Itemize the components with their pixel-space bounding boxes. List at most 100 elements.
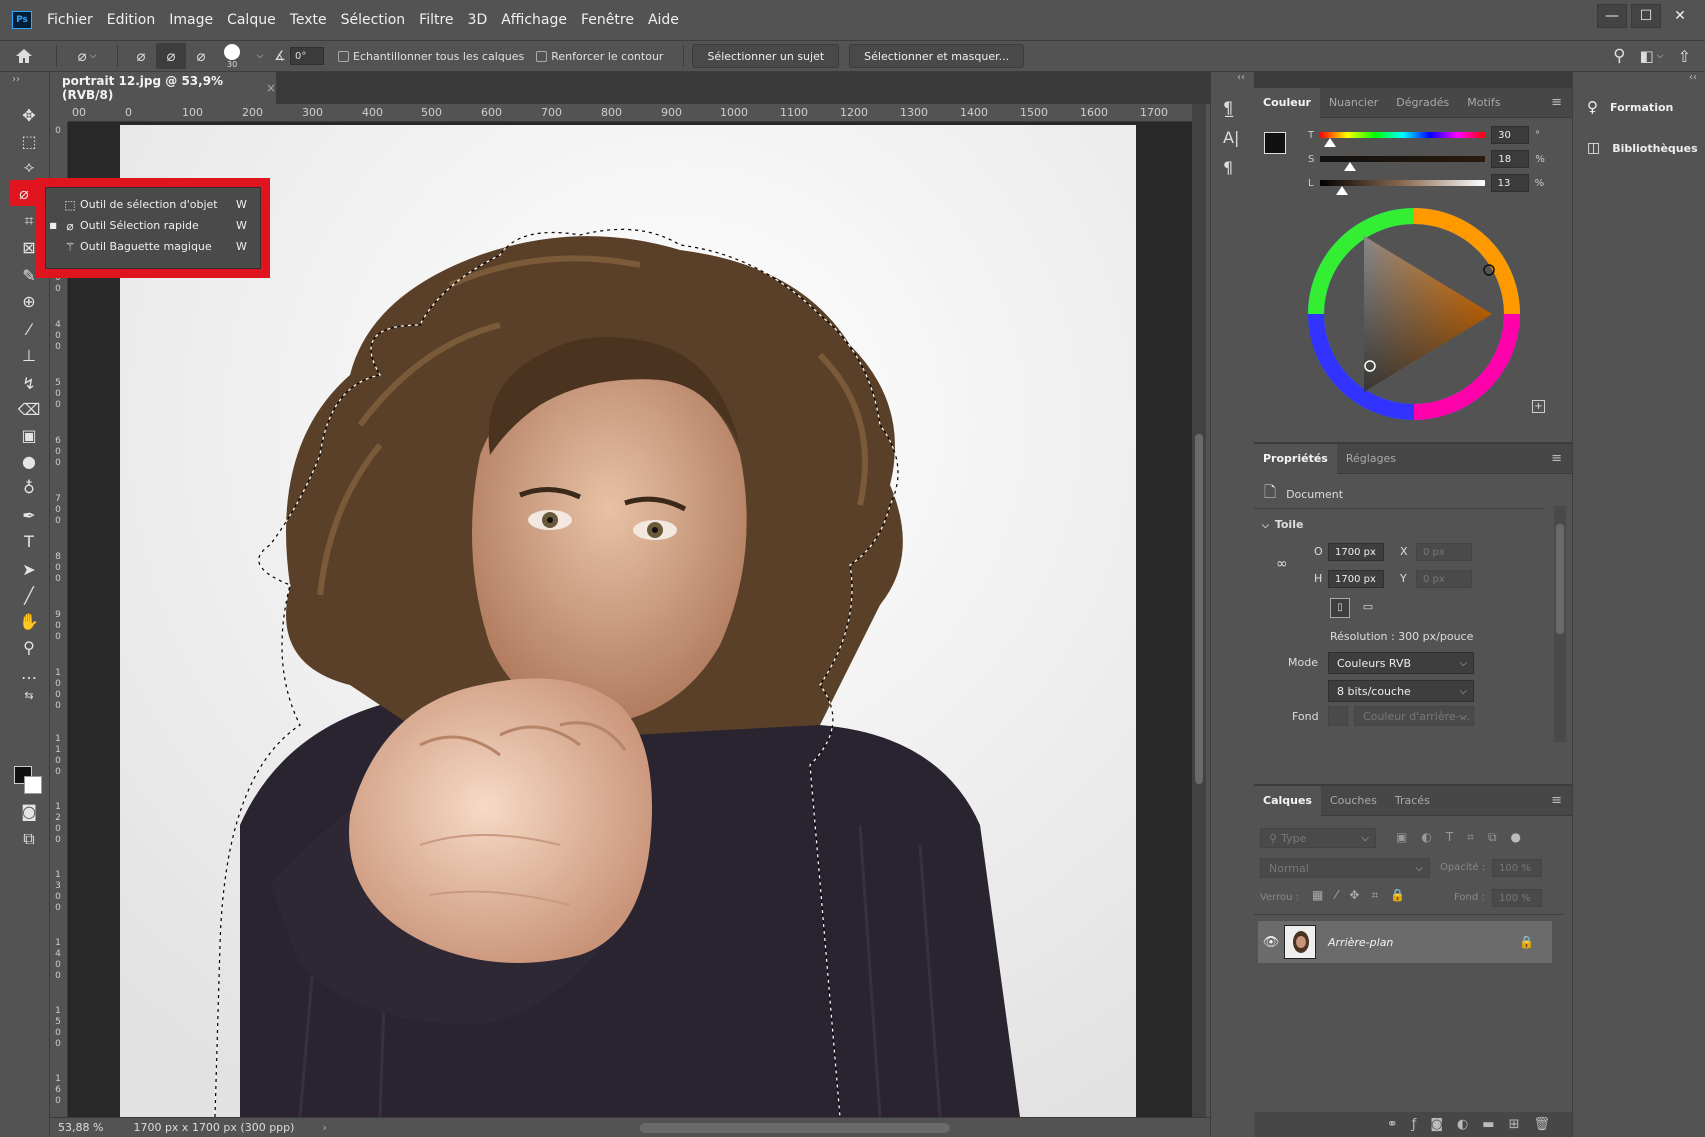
panel-menu-icon[interactable]: ≡ [1551, 451, 1562, 466]
shape-filter-icon[interactable]: ⌗ [1467, 830, 1474, 845]
select-subject-button[interactable]: Sélectionner un sujet [692, 44, 840, 68]
maximize-button[interactable]: ☐ [1631, 4, 1661, 28]
add-swatch-icon[interactable]: + [1532, 400, 1545, 413]
horizontal-ruler[interactable]: 00 0 100 200 300 400 500 600 700 800 900… [68, 104, 1192, 122]
line-tool-icon[interactable]: ╱ [14, 582, 44, 608]
close-button[interactable]: ✕ [1665, 4, 1695, 28]
share-icon[interactable]: ⇧ [1678, 43, 1691, 69]
new-selection-icon[interactable]: ⌀ [126, 43, 156, 69]
menu-aide[interactable]: Aide [641, 12, 686, 28]
menu-calque[interactable]: Calque [220, 12, 283, 28]
menu-texte[interactable]: Texte [283, 12, 334, 28]
foreground-color-swatch[interactable] [1264, 132, 1286, 154]
lightness-value-field[interactable]: 13 [1490, 174, 1529, 192]
vertical-scrollbar[interactable] [1192, 104, 1206, 1117]
smart-object-filter-icon[interactable]: ⧉ [1488, 830, 1497, 845]
search-icon[interactable]: ⚲ [1613, 43, 1625, 69]
pixel-filter-icon[interactable]: ▣ [1396, 830, 1407, 845]
chevron-down-icon[interactable]: ⌵ [250, 43, 270, 69]
libraries-panel-button[interactable]: ◫ Bibliothèques [1587, 140, 1698, 156]
menu-edition[interactable]: Edition [100, 12, 162, 28]
marquee-tool-icon[interactable]: ⬚ [14, 128, 44, 154]
layer-filter-select[interactable]: ⚲ Type ⌵ [1260, 828, 1376, 848]
adjustment-layer-icon[interactable]: ◐ [1457, 1117, 1468, 1132]
flyout-item-quick-selection[interactable]: ■ ⌀ Outil Sélection rapide W [46, 215, 260, 236]
landscape-orientation-icon[interactable]: ▭ [1358, 598, 1378, 618]
menu-filtre[interactable]: Filtre [412, 12, 460, 28]
toile-section[interactable]: ⌵ Toile [1262, 518, 1303, 531]
lightness-slider[interactable] [1319, 180, 1485, 195]
portrait-orientation-icon[interactable]: ▯ [1330, 598, 1350, 618]
lock-all-icon[interactable]: 🔒 [1390, 888, 1405, 903]
lightness-slider-thumb[interactable] [1335, 186, 1348, 195]
fond-color-swatch[interactable] [1328, 706, 1348, 726]
tab-degrades[interactable]: Dégradés [1387, 88, 1458, 118]
menu-fichier[interactable]: Fichier [40, 12, 100, 28]
background-color-swatch[interactable] [24, 776, 42, 794]
brush-picker[interactable]: 30 [216, 41, 250, 71]
delete-layer-icon[interactable]: 🗑 [1533, 1117, 1550, 1132]
panel-menu-icon[interactable]: ≡ [1551, 95, 1562, 110]
bit-depth-select[interactable]: 8 bits/couche ⌵ [1328, 680, 1474, 702]
tab-motifs[interactable]: Motifs [1458, 88, 1509, 118]
lock-position-icon[interactable]: ✥ [1349, 888, 1359, 903]
enhance-edge-checkbox[interactable]: Renforcer le contour [536, 50, 663, 63]
menu-selection[interactable]: Sélection [334, 12, 413, 28]
lock-pixels-icon[interactable]: ⁄ [1335, 888, 1337, 903]
collapse-strip-icon[interactable]: ‹‹ [1689, 72, 1697, 83]
type-filter-icon[interactable]: T [1446, 830, 1453, 845]
workspace-icon[interactable]: ◧ ⌵ [1640, 43, 1664, 69]
blend-mode-select[interactable]: Normal ⌵ [1260, 858, 1430, 878]
width-input[interactable]: 1700 px [1328, 543, 1384, 561]
sample-all-layers-checkbox[interactable]: Echantillonner tous les calques [338, 50, 524, 63]
tab-couches[interactable]: Couches [1321, 786, 1386, 816]
angle-input[interactable]: 0° [290, 47, 324, 65]
tab-nuancier[interactable]: Nuancier [1320, 88, 1387, 118]
height-input[interactable]: 1700 px [1328, 570, 1384, 588]
paragraph-panel-icon[interactable]: ¶ [1223, 158, 1233, 177]
dodge-tool-icon[interactable]: ♁ [14, 474, 44, 500]
healing-brush-icon[interactable]: ⊕ [14, 288, 44, 314]
vertical-scrollbar-thumb[interactable] [1195, 434, 1203, 784]
tab-reglages[interactable]: Réglages [1337, 444, 1405, 474]
saturation-slider[interactable] [1320, 156, 1486, 171]
tab-couleur[interactable]: Couleur [1254, 87, 1320, 118]
menu-image[interactable]: Image [162, 12, 220, 28]
layer-row-background[interactable]: 👁 Arrière-plan 🔒 [1258, 921, 1552, 963]
hue-slider[interactable] [1320, 132, 1486, 147]
new-layer-icon[interactable]: ⊞ [1509, 1117, 1520, 1132]
formation-panel-button[interactable]: ♀ Formation [1587, 98, 1673, 116]
horizontal-scrollbar-thumb[interactable] [640, 1123, 950, 1133]
lock-artboard-icon[interactable]: ⌗ [1371, 888, 1378, 903]
visibility-eye-icon[interactable]: 👁 [1258, 935, 1284, 950]
select-and-mask-button[interactable]: Sélectionner et masquer... [849, 44, 1025, 68]
type-tool-icon[interactable]: T [14, 528, 44, 554]
color-wheel[interactable] [1304, 204, 1524, 424]
minimize-button[interactable]: — [1597, 4, 1627, 28]
saturation-value-field[interactable]: 18 [1491, 150, 1530, 168]
document-canvas[interactable] [120, 125, 1136, 1117]
properties-scrollbar[interactable] [1554, 506, 1566, 742]
pen-tool-icon[interactable]: ✒ [14, 502, 44, 528]
filter-toggle-icon[interactable]: ● [1511, 830, 1521, 845]
swap-colors-icon[interactable]: ⇆ [14, 682, 44, 708]
hue-slider-thumb[interactable] [1324, 138, 1337, 147]
flyout-item-magic-wand[interactable]: ⚚ Outil Baguette magique W [46, 236, 260, 257]
add-to-selection-icon[interactable]: ⌀ [156, 43, 186, 69]
history-brush-icon[interactable]: ↯ [14, 370, 44, 396]
menu-fenetre[interactable]: Fenêtre [574, 12, 641, 28]
menu-affichage[interactable]: Affichage [494, 12, 574, 28]
zoom-tool-icon[interactable]: ⚲ [14, 634, 44, 660]
collapse-dock-icon[interactable]: ‹‹ [1237, 72, 1245, 83]
move-tool-icon[interactable]: ✥ [14, 102, 44, 128]
brush-tool-icon[interactable]: ⁄ [14, 316, 44, 342]
link-icon[interactable]: ∞ [1276, 556, 1288, 572]
blur-tool-icon[interactable]: ● [14, 448, 44, 474]
close-tab-icon[interactable]: × [266, 81, 276, 95]
collapse-toolbar-icon[interactable]: ›› [12, 74, 20, 85]
y-input[interactable]: 0 px [1416, 570, 1472, 588]
character-panel-icon[interactable]: A| [1223, 128, 1239, 147]
panel-menu-icon[interactable]: ≡ [1551, 793, 1562, 808]
hue-value-field[interactable]: 30 [1491, 126, 1530, 144]
character-styles-icon[interactable]: ¶̲ [1223, 98, 1233, 117]
